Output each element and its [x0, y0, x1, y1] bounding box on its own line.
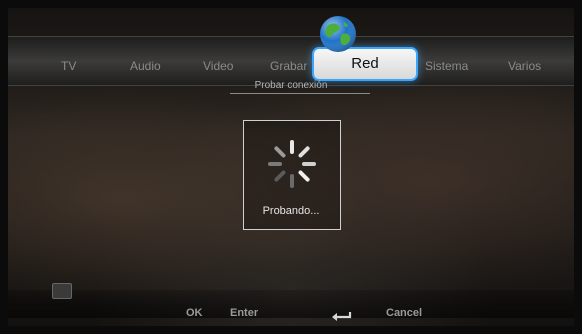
enter-action-label: Enter: [230, 307, 259, 319]
cancel-action-label: Cancel: [386, 307, 423, 319]
return-arrow-icon: [332, 312, 352, 321]
footer-bar: [8, 290, 574, 318]
ok-key-label: OK: [186, 307, 203, 319]
tab-varios[interactable]: Varios: [508, 59, 541, 73]
tab-red-label: Red: [351, 55, 379, 72]
title-divider: [230, 93, 370, 94]
tab-grabar[interactable]: Grabar: [270, 59, 307, 73]
tab-audio[interactable]: Audio: [130, 59, 161, 73]
section-title: Probar conexión: [254, 80, 328, 91]
subtitle-icon: [52, 283, 72, 299]
progress-label: Probando...: [262, 205, 320, 217]
tab-sistema[interactable]: Sistema: [425, 59, 468, 73]
loading-spinner-icon: [268, 140, 316, 188]
tab-tv[interactable]: TV: [61, 59, 76, 73]
globe-icon: [320, 16, 356, 52]
tab-video[interactable]: Video: [203, 59, 233, 73]
